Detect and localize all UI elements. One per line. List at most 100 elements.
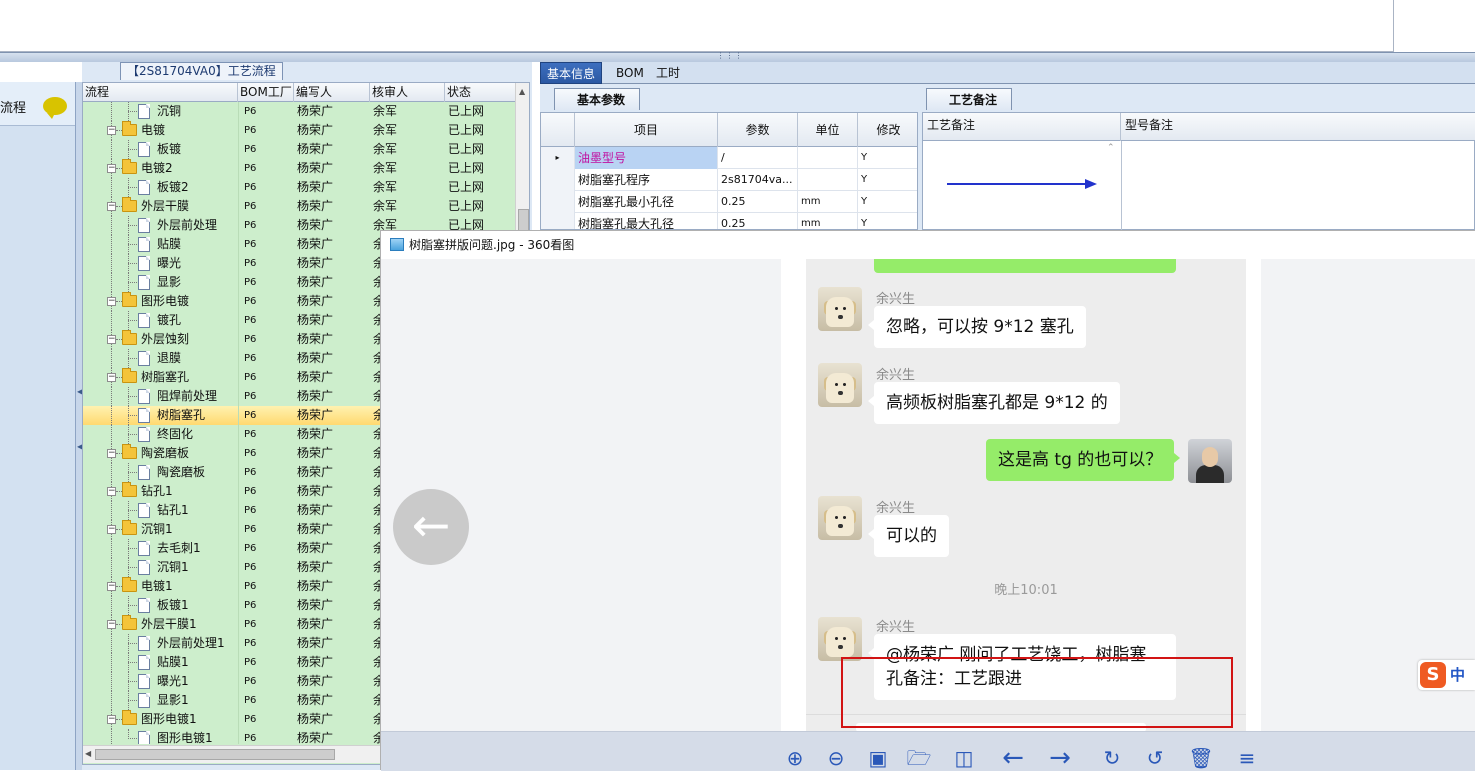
tree-row[interactable]: 沉铜 P6 杨荣广 余军 已上网 <box>83 102 515 121</box>
param-row[interactable]: ▸ 油墨型号 / Y <box>541 147 917 169</box>
col-header-model-remark[interactable]: 型号备注 <box>1121 113 1475 141</box>
cell-factory: P6 <box>244 315 257 326</box>
col-header-writer[interactable]: 编写人 <box>294 83 370 102</box>
cell-status: 已上网 <box>448 142 485 156</box>
fit-icon[interactable]: ▣ <box>864 746 892 770</box>
tree-row[interactable]: 板镀2 P6 杨荣广 余军 已上网 <box>83 178 515 197</box>
collapse-toggle-icon[interactable]: − <box>107 297 116 306</box>
tab-basic-info[interactable]: 基本信息 <box>540 62 603 84</box>
collapse-toggle-icon[interactable]: − <box>107 620 116 629</box>
basic-params-tab[interactable]: 基本参数 <box>554 88 641 110</box>
row-indicator[interactable]: ▸ <box>541 147 575 169</box>
cell-writer: 杨荣广 <box>297 522 334 536</box>
tree-node-label: 陶瓷磨板 <box>157 465 206 479</box>
param-row[interactable]: 树脂塞孔最小孔径 0.25 mm Y <box>541 191 917 213</box>
zoom-out-icon[interactable]: ⊖ <box>822 746 850 770</box>
scroll-left-icon[interactable]: ◀ <box>85 749 91 758</box>
collapse-toggle-icon[interactable]: − <box>107 487 116 496</box>
delete-icon[interactable]: 🗑 <box>1187 746 1215 770</box>
collapse-toggle-icon[interactable]: − <box>107 582 116 591</box>
grid-line <box>238 425 239 444</box>
grid-line <box>238 292 239 311</box>
rotate-left-icon[interactable]: ↺ <box>1141 746 1169 770</box>
rotate-right-icon[interactable]: ↻ <box>1098 746 1126 770</box>
col-header-modify[interactable]: 修改 <box>858 113 917 147</box>
collapse-toggle-icon[interactable]: − <box>107 525 116 534</box>
collapse-toggle-icon[interactable]: − <box>107 373 116 382</box>
col-header-factory[interactable]: BOM工厂 <box>238 83 294 102</box>
viewer-title: 树脂塞拼版问题.jpg - 360看图 <box>409 238 575 252</box>
tree-node-label: 外层前处理1 <box>157 636 225 650</box>
cell-item: 树脂塞孔程序 <box>575 169 718 191</box>
param-row[interactable]: 树脂塞孔最大孔径 0.25 mm Y <box>541 213 917 229</box>
ime-indicator[interactable]: S 中 <box>1418 660 1475 690</box>
row-indicator[interactable] <box>541 213 575 229</box>
top-input-box[interactable] <box>0 0 1394 52</box>
collapse-toggle-icon[interactable]: − <box>107 164 116 173</box>
scroll-thumb[interactable] <box>95 749 335 760</box>
tree-row[interactable]: − 电镀2 P6 杨荣广 余军 已上网 <box>83 159 515 178</box>
document-icon <box>138 408 150 423</box>
splitter-grip[interactable]: ⋮⋮⋮ <box>700 52 760 60</box>
cell-writer: 杨荣广 <box>297 123 334 137</box>
tab-bom[interactable]: BOM <box>610 62 650 84</box>
cell-factory: P6 <box>244 182 257 193</box>
grid-line <box>238 235 239 254</box>
document-icon <box>138 636 150 651</box>
nav-item-flow[interactable]: 流程 <box>0 82 75 126</box>
tree-row[interactable]: − 外层干膜 P6 杨荣广 余军 已上网 <box>83 197 515 216</box>
collapse-toggle-icon[interactable]: − <box>107 335 116 344</box>
tree-line <box>111 539 112 558</box>
remarks-tab[interactable]: 工艺备注 <box>926 88 1013 110</box>
cell-factory: P6 <box>244 163 257 174</box>
prev-arrow-icon[interactable]: ← <box>999 745 1027 771</box>
next-arrow-icon[interactable]: → <box>1046 745 1074 771</box>
remarks-grid: 工艺备注 型号备注 ⌃ <box>922 112 1475 231</box>
cell-reviewer: 余军 <box>373 142 398 156</box>
chat-bubble-icon[interactable] <box>43 97 67 119</box>
cell-item: 树脂塞孔最大孔径 <box>575 213 718 229</box>
slideshow-icon[interactable]: ◫ <box>950 746 978 770</box>
cell-unit <box>798 169 858 191</box>
cell-param[interactable]: 0.25 <box>718 191 798 213</box>
collapse-toggle-icon[interactable]: − <box>107 202 116 211</box>
grid-line <box>238 121 239 140</box>
cell-factory: P6 <box>244 144 257 155</box>
tree-node-label: 显影 <box>157 275 182 289</box>
col-header-param[interactable]: 参数 <box>718 113 798 147</box>
collapse-toggle-icon[interactable]: − <box>107 126 116 135</box>
collapse-toggle-icon[interactable]: − <box>107 449 116 458</box>
col-header-reviewer[interactable]: 核审人 <box>370 83 445 102</box>
cell-reviewer: 余军 <box>373 161 398 175</box>
col-header-flow[interactable]: 流程 <box>83 83 238 102</box>
scroll-up-icon[interactable]: ▲ <box>519 87 525 96</box>
cell-reviewer: 余军 <box>373 199 398 213</box>
tree-line <box>111 140 112 159</box>
row-indicator[interactable] <box>541 191 575 213</box>
tree-row[interactable]: 板镀 P6 杨荣广 余军 已上网 <box>83 140 515 159</box>
cell-param[interactable]: / <box>718 147 798 169</box>
open-folder-icon[interactable]: 🗁 <box>905 746 933 770</box>
cell-param[interactable]: 0.25 <box>718 213 798 229</box>
basic-params-grid: 项目 参数 单位 修改 ▸ 油墨型号 / Y 树脂塞孔程序 2s81704va... Y 树脂… <box>540 112 918 230</box>
menu-icon[interactable]: ≡ <box>1233 746 1261 770</box>
tree-row[interactable]: − 电镀 P6 杨荣广 余军 已上网 <box>83 121 515 140</box>
row-indicator[interactable] <box>541 169 575 191</box>
tree-line <box>111 634 112 653</box>
col-header-item[interactable]: 项目 <box>575 113 718 147</box>
cell-param[interactable]: 2s81704va... <box>718 169 798 191</box>
scroll-up-icon[interactable]: ⌃ <box>1107 143 1115 153</box>
col-header-process-remark[interactable]: 工艺备注 <box>923 113 1121 141</box>
folder-icon <box>122 577 137 592</box>
cell-factory: P6 <box>244 467 257 478</box>
remarks-section: 工艺备注 工艺备注 型号备注 ⌃ <box>922 88 1475 231</box>
cell-status: 已上网 <box>448 180 485 194</box>
tab-labor-hours[interactable]: 工时 <box>650 62 686 84</box>
col-header-unit[interactable]: 单位 <box>798 113 858 147</box>
zoom-in-icon[interactable]: ⊕ <box>781 746 809 770</box>
tree-line <box>111 501 112 520</box>
collapse-toggle-icon[interactable]: − <box>107 715 116 724</box>
col-header-status[interactable]: 状态 <box>445 83 515 102</box>
previous-image-button[interactable]: ← <box>393 489 469 565</box>
param-row[interactable]: 树脂塞孔程序 2s81704va... Y <box>541 169 917 191</box>
